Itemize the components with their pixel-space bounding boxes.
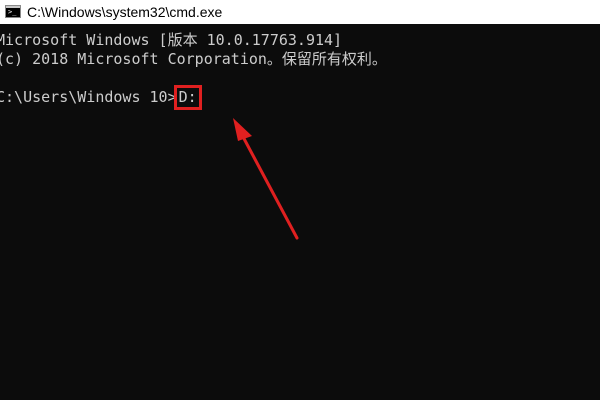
cmd-window: >_ C:\Windows\system32\cmd.exe Microsoft… — [0, 0, 600, 400]
copyright-line: (c) 2018 Microsoft Corporation。保留所有权利。 — [0, 50, 387, 68]
title-bar[interactable]: >_ C:\Windows\system32\cmd.exe — [0, 0, 600, 24]
console-output[interactable]: Microsoft Windows [版本 10.0.17763.914] (c… — [0, 24, 600, 400]
command-line[interactable]: C:\Users\Windows 10> D: — [0, 85, 202, 110]
cmd-icon: >_ — [5, 5, 21, 18]
prompt-text: C:\Users\Windows 10> — [0, 88, 177, 106]
window-title: C:\Windows\system32\cmd.exe — [27, 4, 223, 20]
version-line: Microsoft Windows [版本 10.0.17763.914] — [0, 31, 343, 49]
typed-command[interactable]: D: — [173, 85, 202, 110]
